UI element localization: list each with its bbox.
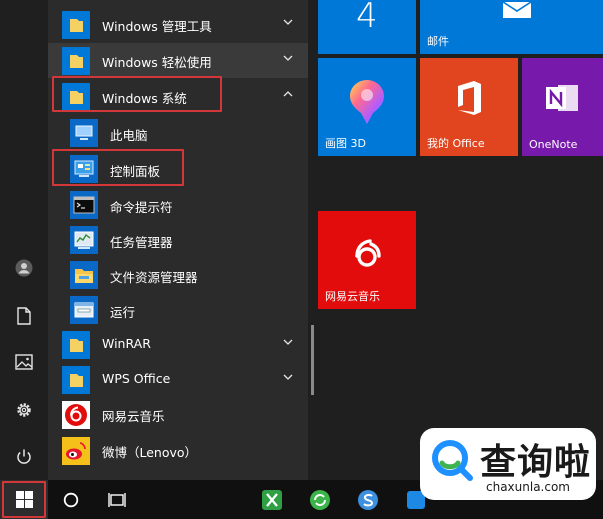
- site-watermark: 查询啦 chaxunla.com: [420, 428, 596, 500]
- tile-area: 4 邮件 画图 3D 我的 Office OneNote 网易云音乐: [318, 0, 603, 480]
- chevron-down-icon: [283, 374, 293, 380]
- app-label: 此电脑: [110, 128, 148, 143]
- highlight-box-start-button: [2, 481, 46, 518]
- command-prompt-icon: [70, 191, 98, 219]
- folder-wps-office[interactable]: WPS Office: [48, 362, 308, 397]
- start-left-rail: [0, 0, 48, 480]
- netease-music-icon: [355, 239, 381, 267]
- app-command-prompt[interactable]: 命令提示符: [48, 187, 308, 222]
- power-icon: [17, 449, 31, 464]
- app-label: 文件资源管理器: [110, 270, 198, 285]
- highlight-box-control-panel: [52, 149, 184, 186]
- app-run[interactable]: 运行: [48, 292, 308, 327]
- calendar-date: 4: [356, 0, 378, 36]
- computer-icon: [70, 119, 98, 147]
- app-label: 命令提示符: [110, 200, 173, 215]
- folder-label: Windows 轻松使用: [102, 55, 212, 70]
- chevron-down-icon: [283, 339, 293, 345]
- mail-icon: [502, 2, 532, 18]
- app-list: Windows 管理工具 Windows 轻松使用 Windows 系统 此电脑…: [48, 0, 308, 480]
- task-view-button[interactable]: [96, 480, 138, 519]
- tile-mail[interactable]: 邮件: [420, 0, 603, 54]
- run-icon: [70, 296, 98, 324]
- app-task-manager[interactable]: 任务管理器: [48, 222, 308, 257]
- tile-onenote[interactable]: OneNote: [522, 58, 603, 156]
- folder-label: WinRAR: [102, 336, 151, 351]
- pictures-icon: [15, 354, 33, 370]
- office-icon: [458, 81, 481, 115]
- tile-label: 网易云音乐: [325, 290, 380, 303]
- watermark-text: 查询啦: [480, 442, 592, 483]
- tile-label: 邮件: [427, 35, 449, 48]
- app-label: 微博（Lenovo）: [102, 445, 198, 460]
- documents-button[interactable]: [0, 296, 48, 336]
- tile-paint-3d[interactable]: 画图 3D: [318, 58, 416, 156]
- task-view-icon: [108, 492, 126, 507]
- taskbar-app-2[interactable]: [300, 480, 340, 519]
- app-file-explorer[interactable]: 文件资源管理器: [48, 257, 308, 292]
- paint3d-icon: [350, 80, 384, 124]
- chevron-up-icon: [283, 91, 293, 97]
- file-explorer-icon: [70, 261, 98, 289]
- app-list-scrollbar[interactable]: [311, 325, 314, 395]
- folder-windows-admin-tools[interactable]: Windows 管理工具: [48, 7, 308, 42]
- app-label: 任务管理器: [110, 235, 173, 250]
- watermark-url: chaxunla.com: [486, 480, 570, 494]
- app-refresh-icon: [310, 489, 330, 510]
- tile-label: 画图 3D: [325, 137, 366, 150]
- folder-icon: [62, 331, 90, 359]
- app-green-icon: [262, 489, 282, 510]
- folder-label: Windows 管理工具: [102, 19, 212, 34]
- folder-windows-ease-of-access[interactable]: Windows 轻松使用: [48, 43, 308, 78]
- tile-label: 我的 Office: [427, 137, 485, 150]
- onenote-icon: [546, 85, 578, 111]
- task-manager-icon: [70, 226, 98, 254]
- user-account-button[interactable]: [0, 248, 48, 288]
- cortana-button[interactable]: [50, 480, 92, 519]
- documents-icon: [17, 307, 31, 325]
- settings-button[interactable]: [0, 390, 48, 430]
- chevron-down-icon: [283, 55, 293, 61]
- folder-icon: [62, 11, 90, 39]
- tile-my-office[interactable]: 我的 Office: [420, 58, 518, 156]
- folder-winrar[interactable]: WinRAR: [48, 327, 308, 362]
- folder-label: WPS Office: [102, 371, 171, 386]
- tile-calendar[interactable]: 4: [318, 0, 416, 54]
- app-this-pc[interactable]: 此电脑: [48, 115, 308, 150]
- highlight-box-windows-system: [52, 76, 222, 112]
- app-weibo[interactable]: 微博（Lenovo）: [48, 433, 308, 468]
- settings-icon: [17, 403, 31, 417]
- user-icon: [15, 259, 33, 277]
- app-s-icon: [358, 489, 378, 510]
- taskbar-app-3[interactable]: [348, 480, 388, 519]
- watermark-logo-icon: [432, 440, 473, 481]
- chevron-down-icon: [283, 19, 293, 25]
- app-netease-music[interactable]: 网易云音乐: [48, 397, 308, 432]
- pictures-button[interactable]: [0, 342, 48, 382]
- tile-label: OneNote: [529, 138, 578, 151]
- folder-icon: [62, 47, 90, 75]
- tile-netease-music[interactable]: 网易云音乐: [318, 211, 416, 309]
- app-label: 运行: [110, 305, 136, 320]
- app-label: 网易云音乐: [102, 409, 165, 424]
- power-button[interactable]: [0, 437, 48, 477]
- taskbar-app-1[interactable]: [252, 480, 292, 519]
- folder-icon: [62, 366, 90, 394]
- weibo-icon: [62, 437, 90, 465]
- netease-music-icon: [62, 401, 90, 429]
- cortana-circle-icon: [63, 492, 79, 507]
